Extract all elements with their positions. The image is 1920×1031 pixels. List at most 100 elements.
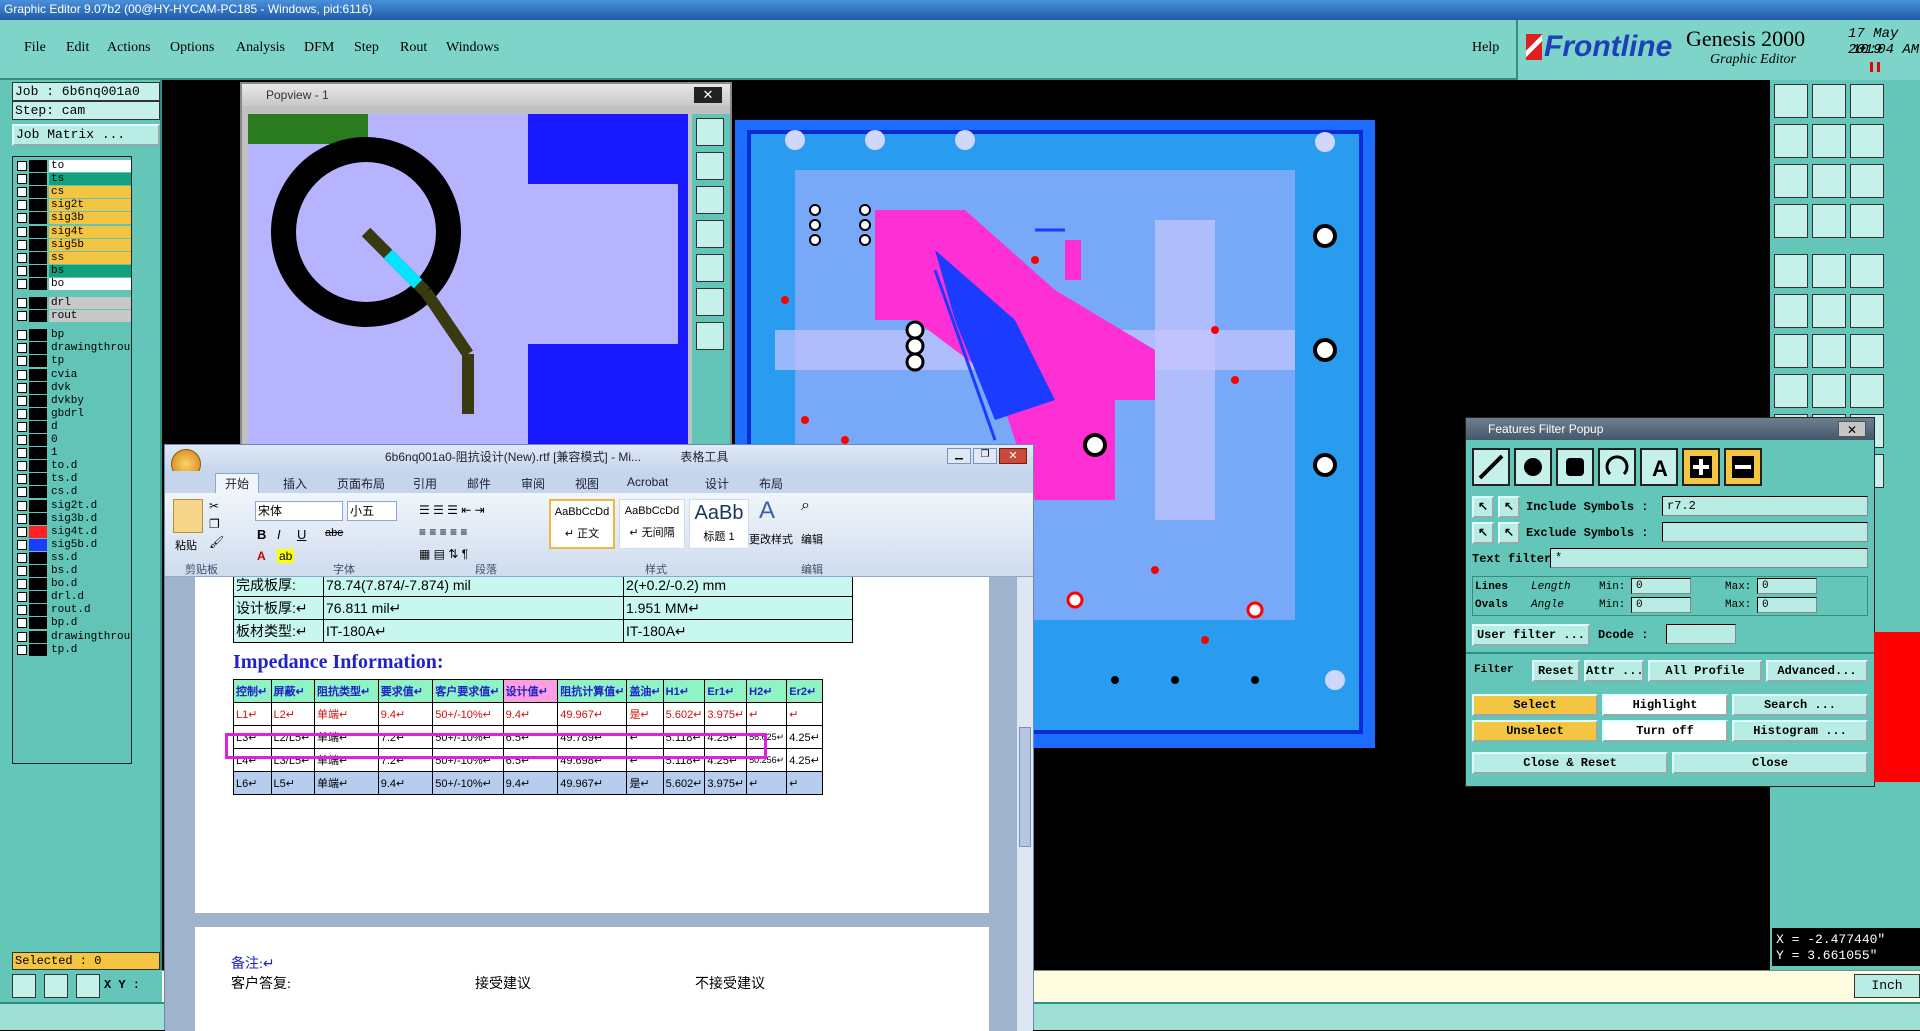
layer-row[interactable]: to.d <box>13 459 133 473</box>
layer-name[interactable]: to <box>49 160 131 172</box>
menu-step[interactable]: Step <box>354 40 379 56</box>
style-no-spacing[interactable]: AaBbCcDd ↵ 无间隔 <box>619 499 685 549</box>
layer-name[interactable]: sig2t <box>49 199 131 212</box>
underline-icon[interactable]: U <box>297 527 306 542</box>
pad-shape-icon[interactable] <box>1514 448 1552 486</box>
layer-name[interactable]: sig2t.d <box>49 499 131 512</box>
layer-checkbox[interactable] <box>17 631 27 642</box>
positive-polarity-icon[interactable] <box>1682 448 1720 486</box>
layer-checkbox[interactable] <box>17 369 27 380</box>
layer-name[interactable]: 0 <box>49 434 131 446</box>
layer-checkbox[interactable] <box>17 343 27 354</box>
word-title-bar[interactable]: 6b6nq001a0-阻抗设计(New).rtf [兼容模式] - Mi... … <box>165 445 1033 471</box>
tool-copy-icon[interactable] <box>1850 254 1884 288</box>
layer-name[interactable]: to.d <box>49 460 131 473</box>
layer-row[interactable]: d <box>13 420 133 434</box>
highlight-button[interactable]: Highlight <box>1602 694 1728 716</box>
layer-row[interactable]: tp <box>13 354 133 368</box>
layer-row[interactable]: 1 <box>13 446 133 460</box>
tab-references[interactable]: 引用 <box>413 475 437 492</box>
layer-name[interactable]: gbdrl <box>49 407 131 420</box>
layer-row[interactable]: ts <box>13 172 133 186</box>
layer-row[interactable]: bs.d <box>13 564 133 578</box>
layer-name[interactable]: tp <box>49 355 131 368</box>
layer-row[interactable]: cs <box>13 185 133 199</box>
tool-pan-icon[interactable] <box>1774 124 1808 158</box>
pause-icon[interactable] <box>1870 62 1880 72</box>
tool-measure-icon[interactable] <box>1812 254 1846 288</box>
layer-name[interactable]: bp.d <box>49 617 131 630</box>
layer-checkbox[interactable] <box>17 311 27 322</box>
layer-row[interactable]: bp <box>13 328 133 342</box>
layer-name[interactable]: ss.d <box>49 551 131 564</box>
document-scrollbar[interactable] <box>1017 577 1033 1031</box>
user-filter-button[interactable]: User filter ... <box>1472 624 1590 646</box>
tab-mailings[interactable]: 邮件 <box>467 475 491 492</box>
layer-row[interactable]: 0 <box>13 433 133 447</box>
layer-checkbox[interactable] <box>17 265 27 276</box>
layer-checkbox[interactable] <box>17 382 27 393</box>
job-matrix-button[interactable]: Job Matrix ... <box>12 124 160 146</box>
snap-icon[interactable] <box>44 974 68 998</box>
layer-row[interactable]: cvia <box>13 368 133 382</box>
close-reset-button[interactable]: Close & Reset <box>1472 752 1668 774</box>
layer-name[interactable]: drl.d <box>49 591 131 604</box>
copy-icon[interactable]: ❐ <box>209 517 225 533</box>
layer-name[interactable]: bo <box>49 277 131 290</box>
tool-move-icon[interactable] <box>1774 294 1808 328</box>
include-pick-icon[interactable]: ↖ <box>1498 496 1520 518</box>
tab-home[interactable]: 开始 <box>225 475 249 492</box>
length-max-input[interactable]: 0 <box>1757 578 1817 594</box>
text-shape-icon[interactable]: A <box>1640 448 1678 486</box>
tab-acrobat[interactable]: Acrobat <box>627 475 668 489</box>
dcode-input[interactable] <box>1666 624 1736 644</box>
font-color-icon[interactable]: A <box>257 549 266 563</box>
style-heading1[interactable]: AaBb 标题 1 <box>689 499 749 549</box>
ovals-checkbox[interactable]: Ovals <box>1475 599 1508 611</box>
tool-mirror-icon[interactable] <box>1850 294 1884 328</box>
change-styles-label[interactable]: 更改样式 <box>749 531 793 547</box>
layer-checkbox[interactable] <box>17 213 27 224</box>
layer-name[interactable]: rout <box>49 310 131 323</box>
features-filter-title-bar[interactable]: Features Filter Popup <box>1466 418 1874 440</box>
layer-checkbox[interactable] <box>17 644 27 655</box>
tool-zoom-area-icon[interactable] <box>1812 164 1846 198</box>
tab-insert[interactable]: 插入 <box>283 475 307 492</box>
measure-icon[interactable] <box>12 974 36 998</box>
tool-home-icon[interactable] <box>1774 84 1808 118</box>
layer-name[interactable]: sig5b.d <box>49 538 131 551</box>
layer-checkbox[interactable] <box>17 618 27 629</box>
word-close-icon[interactable]: ✕ <box>999 448 1027 464</box>
menu-edit[interactable]: Edit <box>66 40 89 56</box>
close-button[interactable]: Close <box>1672 752 1868 774</box>
layer-row[interactable]: bo.d <box>13 577 133 591</box>
include-arrow-icon[interactable]: ↖ <box>1472 496 1494 518</box>
layer-checkbox[interactable] <box>17 474 27 485</box>
negative-polarity-icon[interactable] <box>1724 448 1762 486</box>
menu-actions[interactable]: Actions <box>107 40 151 56</box>
tool-one-to-one-icon[interactable] <box>1850 124 1884 158</box>
tool-delete-icon[interactable] <box>1774 334 1808 368</box>
layer-row[interactable]: sig4t <box>13 225 133 239</box>
layer-checkbox[interactable] <box>17 513 27 524</box>
layer-row[interactable]: sig3b.d <box>13 512 133 526</box>
layer-checkbox[interactable] <box>17 539 27 550</box>
exclude-pick-icon[interactable]: ↖ <box>1498 522 1520 544</box>
layer-name[interactable]: bo.d <box>49 578 131 591</box>
menu-options[interactable]: Options <box>170 40 214 56</box>
layer-checkbox[interactable] <box>17 239 27 250</box>
layer-checkbox[interactable] <box>17 187 27 198</box>
list-icons[interactable]: ☰ ☰ ☰ ⇤ ⇥ <box>419 503 539 519</box>
layer-name[interactable]: bs <box>49 264 131 277</box>
layer-checkbox[interactable] <box>17 579 27 590</box>
layer-checkbox[interactable] <box>17 395 27 406</box>
layer-name[interactable]: bs.d <box>49 565 131 577</box>
layer-row[interactable]: ts.d <box>13 472 133 486</box>
layer-row[interactable]: cs.d <box>13 485 133 499</box>
layer-name[interactable]: drawingthrou <box>49 342 131 355</box>
font-size-select[interactable]: 小五 <box>347 501 397 521</box>
surface-shape-icon[interactable] <box>1556 448 1594 486</box>
bold-icon[interactable]: B <box>257 527 266 542</box>
layer-name[interactable]: cvia <box>49 368 131 381</box>
layer-name[interactable]: ss <box>49 251 131 264</box>
